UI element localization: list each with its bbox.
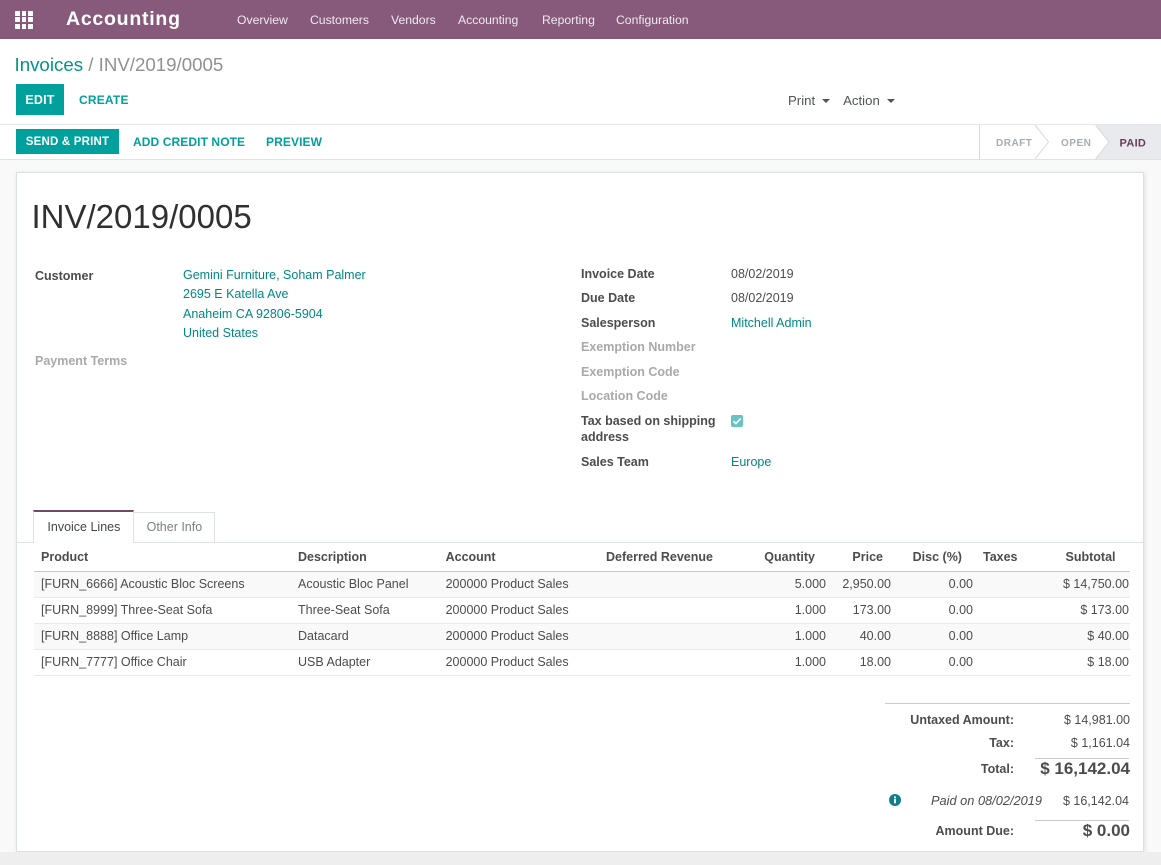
svg-text:DRAFT: DRAFT [996, 138, 1032, 149]
svg-text:OPEN: OPEN [1061, 138, 1091, 149]
svg-text:PAID: PAID [1120, 138, 1147, 150]
